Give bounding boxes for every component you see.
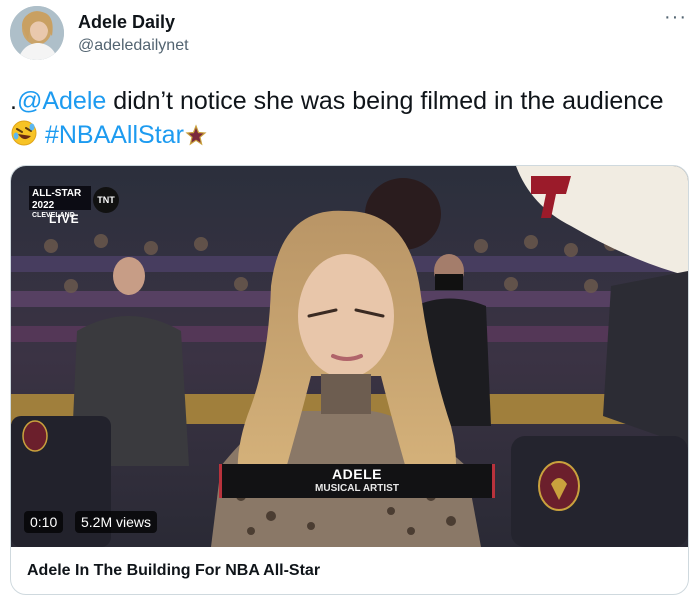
view-count-badge: 5.2M views xyxy=(75,511,158,533)
tweet-body: didn’t notice she was being filmed in th… xyxy=(106,87,664,115)
tweet-text: .@Adele didn’t notice she was being film… xyxy=(10,84,670,156)
video-player[interactable]: ALL-STAR 2022 CLEVELAND TNT LIVE ADELE M… xyxy=(11,166,688,547)
more-horizontal-icon[interactable]: ··· xyxy=(664,6,687,29)
hashtag-link[interactable]: #NBAAllStar xyxy=(45,121,184,149)
author-handle[interactable]: @adeledailynet xyxy=(78,37,189,55)
lower-third-role: MUSICAL ARTIST xyxy=(315,483,399,494)
media-card[interactable]: ALL-STAR 2022 CLEVELAND TNT LIVE ADELE M… xyxy=(10,165,689,595)
elapsed-time-badge: 0:10 xyxy=(24,511,64,533)
author-avatar[interactable] xyxy=(10,6,64,60)
star-icon xyxy=(184,122,208,156)
tweet-prefix: . xyxy=(10,87,17,115)
lower-third-caption: ADELE MUSICAL ARTIST xyxy=(219,464,495,498)
tnt-logo: TNT xyxy=(93,187,119,213)
rolling-on-floor-laughing-emoji-icon xyxy=(10,119,38,156)
cavaliers-seat-logo xyxy=(538,461,580,511)
author-name[interactable]: Adele Daily xyxy=(78,12,175,33)
card-title[interactable]: Adele In The Building For NBA All-Star xyxy=(27,562,320,580)
mention-link[interactable]: @Adele xyxy=(17,87,106,115)
live-label: LIVE xyxy=(49,212,80,226)
profile-photo xyxy=(10,6,64,60)
lower-third-name: ADELE xyxy=(332,466,382,482)
allstar-line1: ALL-STAR 2022 xyxy=(32,188,82,211)
allstar-logo: ALL-STAR 2022 CLEVELAND xyxy=(29,186,91,219)
